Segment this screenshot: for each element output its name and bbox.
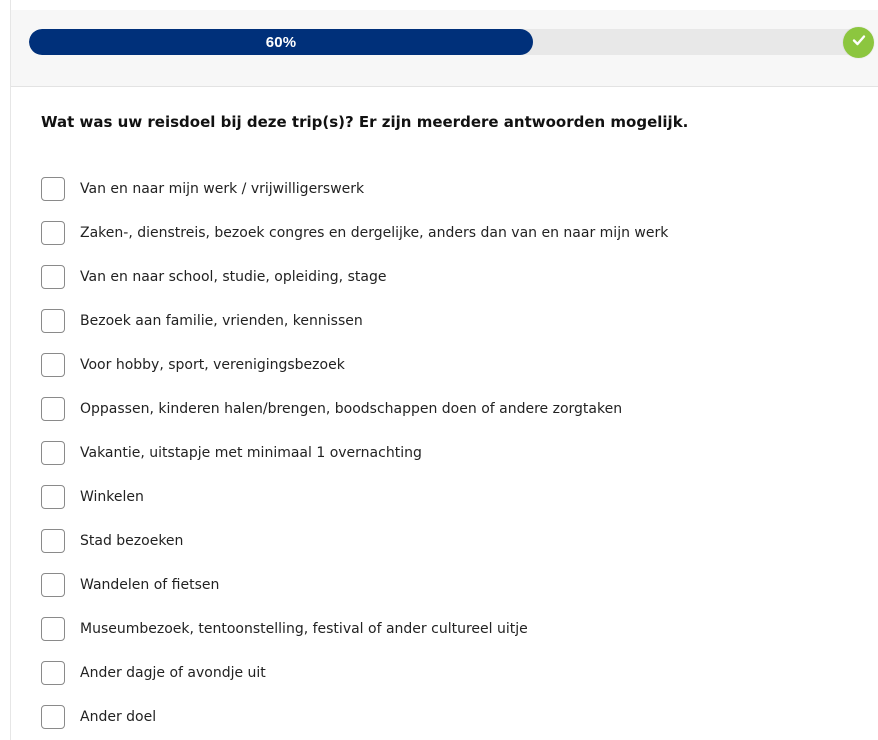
option-label[interactable]: Zaken-, dienstreis, bezoek congres en de… [80,225,668,241]
answer-option[interactable]: Ander doel [41,695,821,739]
answer-option[interactable]: Zaken-, dienstreis, bezoek congres en de… [41,211,821,255]
option-label[interactable]: Bezoek aan familie, vrienden, kennissen [80,313,363,329]
option-checkbox[interactable] [41,221,65,245]
progress-bar: 60% [29,29,869,55]
answer-option[interactable]: Stad bezoeken [41,519,821,563]
option-checkbox[interactable] [41,441,65,465]
progress-header: 60% [11,10,878,87]
option-label[interactable]: Voor hobby, sport, verenigingsbezoek [80,357,345,373]
option-label[interactable]: Ander doel [80,709,156,725]
option-checkbox[interactable] [41,573,65,597]
question-title: Wat was uw reisdoel bij deze trip(s)? Er… [41,113,689,131]
option-checkbox[interactable] [41,397,65,421]
left-edge-divider [0,0,11,740]
answer-option[interactable]: Vakantie, uitstapje met minimaal 1 overn… [41,431,821,475]
option-label[interactable]: Stad bezoeken [80,533,183,549]
option-checkbox[interactable] [41,353,65,377]
option-label[interactable]: Winkelen [80,489,144,505]
option-checkbox[interactable] [41,529,65,553]
option-checkbox[interactable] [41,485,65,509]
answer-option[interactable]: Museumbezoek, tentoonstelling, festival … [41,607,821,651]
option-checkbox[interactable] [41,661,65,685]
answer-option[interactable]: Van en naar mijn werk / vrijwilligerswer… [41,167,821,211]
option-checkbox[interactable] [41,309,65,333]
option-label[interactable]: Vakantie, uitstapje met minimaal 1 overn… [80,445,422,461]
option-checkbox[interactable] [41,617,65,641]
answer-option[interactable]: Oppassen, kinderen halen/brengen, boodsc… [41,387,821,431]
progress-label: 60% [265,33,297,51]
answer-options-list: Van en naar mijn werk / vrijwilligerswer… [41,167,821,739]
option-label[interactable]: Museumbezoek, tentoonstelling, festival … [80,621,528,637]
answer-option[interactable]: Ander dagje of avondje uit [41,651,821,695]
option-label[interactable]: Ander dagje of avondje uit [80,665,266,681]
answer-option[interactable]: Winkelen [41,475,821,519]
option-label[interactable]: Van en naar school, studie, opleiding, s… [80,269,386,285]
answer-option[interactable]: Wandelen of fietsen [41,563,821,607]
answer-option[interactable]: Bezoek aan familie, vrienden, kennissen [41,299,821,343]
option-label[interactable]: Wandelen of fietsen [80,577,219,593]
option-label[interactable]: Van en naar mijn werk / vrijwilligerswer… [80,181,364,197]
checkmark-icon [851,32,867,53]
option-label[interactable]: Oppassen, kinderen halen/brengen, boodsc… [80,401,622,417]
option-checkbox[interactable] [41,265,65,289]
answer-option[interactable]: Van en naar school, studie, opleiding, s… [41,255,821,299]
option-checkbox[interactable] [41,177,65,201]
progress-fill: 60% [29,29,533,55]
answer-option[interactable]: Voor hobby, sport, verenigingsbezoek [41,343,821,387]
survey-page: 60% Wat was uw reisdoel bij deze trip(s)… [0,0,878,740]
completion-badge [843,27,874,58]
option-checkbox[interactable] [41,705,65,729]
